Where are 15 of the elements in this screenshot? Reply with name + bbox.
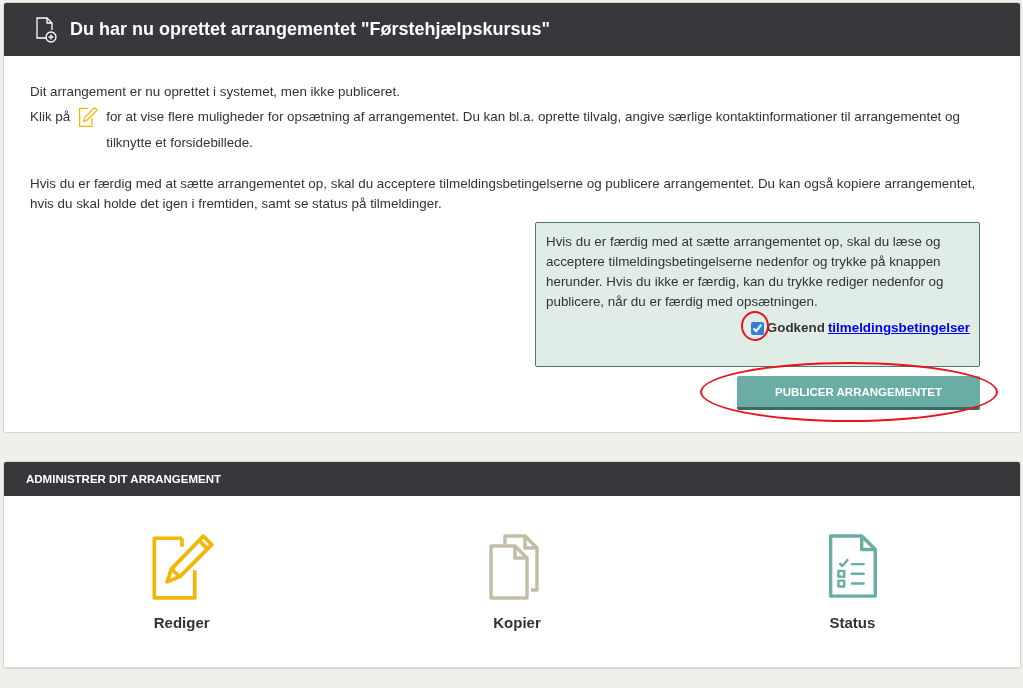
status-text: Dit arrangement er nu oprettet i systemet, men ikke publiceret. [30,83,401,101]
terms-link[interactable]: tilmeldingsbetingelser [827,318,970,338]
checkbox-label: Godkend [766,319,825,337]
hint-text: Klik på [30,108,71,126]
panel-title: Du har nu oprettet arrangementet "Førstehjælpskursus" [70,18,551,41]
accept-checkbox[interactable] [750,321,764,335]
info-text: Hvis du er færdig med at sætte arrangementet op, skal du acceptere tilmeldingsbetingelserne og publicere arrangementet. Du kan også kopiere arrangementet, hvis du skal holde det igen i fremtiden, samt se status på tilmeldinger. [30,175,977,213]
action-link[interactable]: Kopier [493,614,541,631]
panel-title: ADMINISTRER DIT ARRANGEMENT [25,472,223,487]
action-link[interactable]: Status [829,614,876,631]
add-document-icon [34,15,58,44]
pencil-note-icon [78,107,99,127]
action-link[interactable]: Rediger [153,614,210,631]
hint-text: for at vise flere muligheder for opsætning af arrangementet. Du kan bl.a. oprette tilvalg, angive særlige kontaktinformationer til arrangementet og tilknytte et forsidebillede. [106,108,961,152]
notice-text: Hvis du er færdig med at sætte arrangementet op, skal du læse og acceptere tilmeldingsbetingelserne nedenfor og trykke på knappen herunder. Hvis du ikke er færdig, kan du trykke rediger nedenfor og publicere, når du er færdig med opsætningen. [546,233,945,311]
